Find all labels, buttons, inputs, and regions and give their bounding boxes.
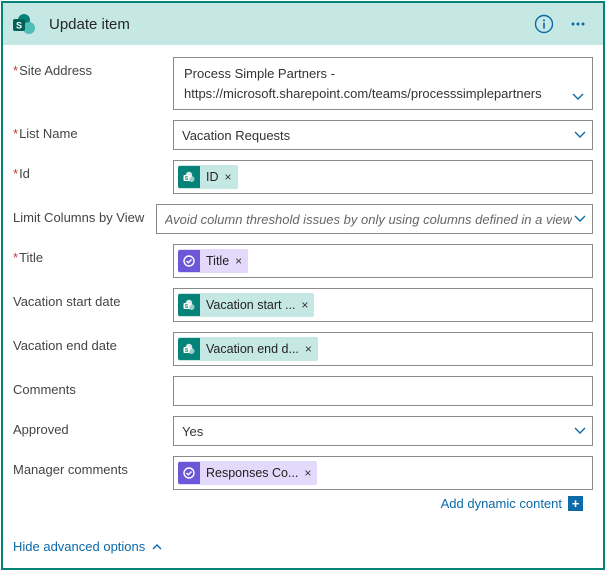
row-manager-comments: Manager comments Responses Co... ×: [13, 456, 593, 490]
field-site-address[interactable]: Process Simple Partners - https://micros…: [173, 57, 593, 110]
card-body: *Site Address Process Simple Partners - …: [3, 45, 603, 523]
approvals-token-icon: [178, 462, 200, 484]
token-responses[interactable]: Responses Co... ×: [178, 461, 317, 485]
site-address-line2: https://microsoft.sharepoint.com/teams/p…: [184, 84, 562, 104]
token-label: Vacation start ...: [206, 298, 295, 312]
required-star: *: [13, 250, 18, 265]
close-icon[interactable]: ×: [301, 298, 308, 312]
label-vacation-end: Vacation end date: [13, 332, 173, 366]
sharepoint-token-icon: S: [178, 294, 200, 316]
row-vacation-end: Vacation end date S Vacation en: [13, 332, 593, 366]
close-icon[interactable]: ×: [305, 342, 312, 356]
sharepoint-token-icon: S: [178, 166, 200, 188]
label-id: *Id: [13, 160, 173, 194]
field-vacation-start[interactable]: S Vacation start ... ×: [173, 288, 593, 322]
chevron-down-icon[interactable]: [570, 89, 586, 105]
limit-view-placeholder: Avoid column threshold issues by only us…: [165, 212, 572, 227]
label-title: *Title: [13, 244, 173, 278]
field-comments[interactable]: [173, 376, 593, 406]
row-id: *Id S ID ×: [13, 160, 593, 194]
required-star: *: [13, 126, 18, 141]
row-site-address: *Site Address Process Simple Partners - …: [13, 57, 593, 110]
chevron-up-icon: [151, 541, 163, 553]
close-icon[interactable]: ×: [304, 466, 311, 480]
token-label: Responses Co...: [206, 466, 298, 480]
label-approved: Approved: [13, 416, 173, 446]
token-vacation-end[interactable]: S Vacation end d... ×: [178, 337, 318, 361]
svg-text:S: S: [16, 21, 22, 31]
label-vacation-start: Vacation start date: [13, 288, 173, 322]
chevron-down-icon[interactable]: [572, 423, 588, 439]
required-star: *: [13, 166, 18, 181]
token-label: Title: [206, 254, 229, 268]
field-limit-view[interactable]: Avoid column threshold issues by only us…: [156, 204, 593, 234]
sharepoint-icon: S: [11, 10, 39, 38]
field-approved[interactable]: Yes: [173, 416, 593, 446]
label-manager-comments: Manager comments: [13, 456, 173, 490]
card-title: Update item: [49, 16, 527, 33]
required-star: *: [13, 63, 18, 78]
label-site-address: *Site Address: [13, 57, 173, 78]
sharepoint-token-icon: S: [178, 338, 200, 360]
row-title: *Title Title ×: [13, 244, 593, 278]
token-vacation-start[interactable]: S Vacation start ... ×: [178, 293, 314, 317]
site-address-line1: Process Simple Partners -: [184, 64, 562, 84]
hide-advanced-options-link[interactable]: Hide advanced options: [3, 523, 603, 568]
row-list-name: *List Name Vacation Requests: [13, 120, 593, 150]
row-limit-view: Limit Columns by View Avoid column thres…: [13, 204, 593, 234]
info-icon[interactable]: [527, 7, 561, 41]
row-vacation-start: Vacation start date S Vacation: [13, 288, 593, 322]
token-label: Vacation end d...: [206, 342, 299, 356]
field-manager-comments[interactable]: Responses Co... ×: [173, 456, 593, 490]
field-title[interactable]: Title ×: [173, 244, 593, 278]
label-list-name: *List Name: [13, 120, 173, 150]
close-icon[interactable]: ×: [235, 254, 242, 268]
token-title[interactable]: Title ×: [178, 249, 248, 273]
more-icon[interactable]: [561, 7, 595, 41]
list-name-value: Vacation Requests: [182, 128, 572, 143]
field-list-name[interactable]: Vacation Requests: [173, 120, 593, 150]
row-comments: Comments: [13, 376, 593, 406]
action-card: S Update item *Site Address: [1, 1, 605, 570]
row-approved: Approved Yes: [13, 416, 593, 446]
label-limit-view: Limit Columns by View: [13, 204, 156, 234]
chevron-down-icon[interactable]: [572, 211, 588, 227]
approved-value: Yes: [182, 424, 572, 439]
label-comments: Comments: [13, 376, 173, 406]
chevron-down-icon[interactable]: [572, 127, 588, 143]
token-id[interactable]: S ID ×: [178, 165, 238, 189]
card-header: S Update item: [3, 3, 603, 45]
close-icon[interactable]: ×: [225, 170, 232, 184]
add-dynamic-content-link[interactable]: Add dynamic content +: [441, 496, 583, 511]
dynamic-content-row: Add dynamic content +: [13, 494, 593, 517]
field-id[interactable]: S ID ×: [173, 160, 593, 194]
field-vacation-end[interactable]: S Vacation end d... ×: [173, 332, 593, 366]
plus-icon: +: [568, 496, 583, 511]
hide-advanced-label: Hide advanced options: [13, 539, 145, 554]
add-dynamic-content-label: Add dynamic content: [441, 496, 562, 511]
approvals-token-icon: [178, 250, 200, 272]
token-label: ID: [206, 170, 219, 184]
